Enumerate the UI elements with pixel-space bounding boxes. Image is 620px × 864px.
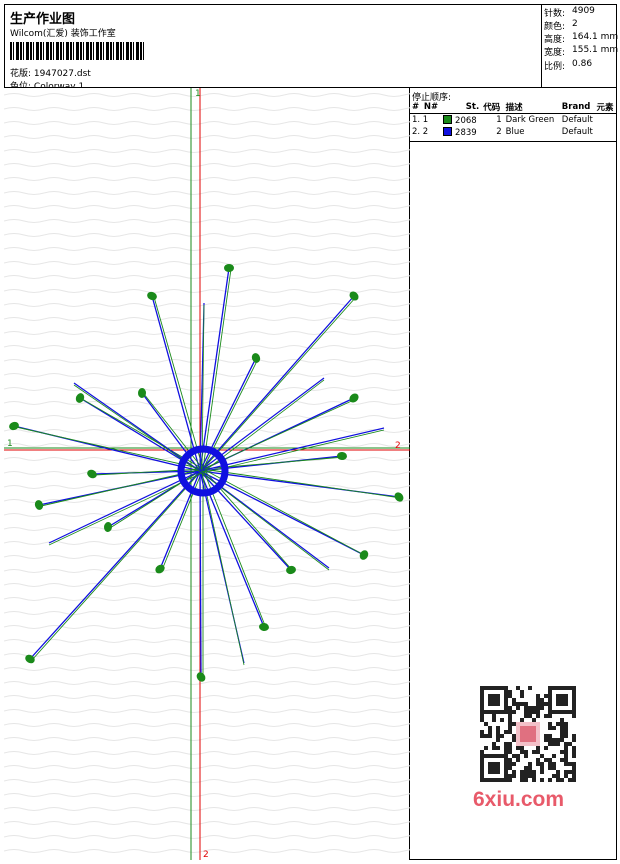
stat-scale: 比例: 0.86	[544, 59, 593, 72]
color-sequence-table: # N# St. 代码 描述 Brand 元素 1. 1 2068 1 Dark…	[410, 101, 617, 138]
watermark: 6xiu.com	[473, 788, 565, 811]
stat-stitches: 针数: 4909	[544, 6, 595, 19]
stat-colors: 颜色: 2	[544, 19, 578, 32]
header-panel: 生产作业图 Wilcom(汇爱) 装饰工作室 花版: 1947027.dst 色…	[4, 4, 542, 92]
table-row[interactable]: 2. 2 2839 2 Blue Default	[410, 126, 617, 138]
axis-label-v-bottom: 2	[203, 850, 209, 860]
axis-label-h-right: 2	[395, 441, 401, 451]
embroidery-preview: 1 2 1 2	[4, 88, 410, 860]
leaf-dot	[224, 264, 234, 272]
color-swatch	[443, 126, 453, 136]
stat-height: 高度: 164.1 mm	[544, 32, 619, 45]
design-label: 花版:	[10, 69, 32, 79]
stats-panel: 针数: 4909 颜色: 2 高度: 164.1 mm 宽度: 155.1 mm 比例:…	[541, 4, 619, 88]
design-file-row: 花版: 1947027.dst	[10, 66, 91, 79]
stat-width: 宽度: 155.1 mm	[544, 45, 619, 58]
axis-label-v-top: 1	[195, 89, 201, 99]
color-swatch	[443, 114, 453, 124]
design-file: 1947027.dst	[33, 69, 91, 79]
design-canvas: 1 2 1 2	[4, 88, 410, 860]
barcode	[10, 42, 146, 60]
studio-name: Wilcom(汇爱) 装饰工作室	[10, 29, 116, 39]
qr-code	[470, 680, 584, 784]
page-title: 生产作业图	[10, 12, 76, 27]
table-header: # N# St. 代码 描述 Brand 元素	[410, 101, 617, 114]
qr-code-image	[480, 686, 576, 782]
table-row[interactable]: 1. 1 2068 1 Dark Green Default	[410, 114, 617, 127]
table-divider	[410, 141, 617, 142]
axis-label-h-left: 1	[7, 439, 13, 449]
